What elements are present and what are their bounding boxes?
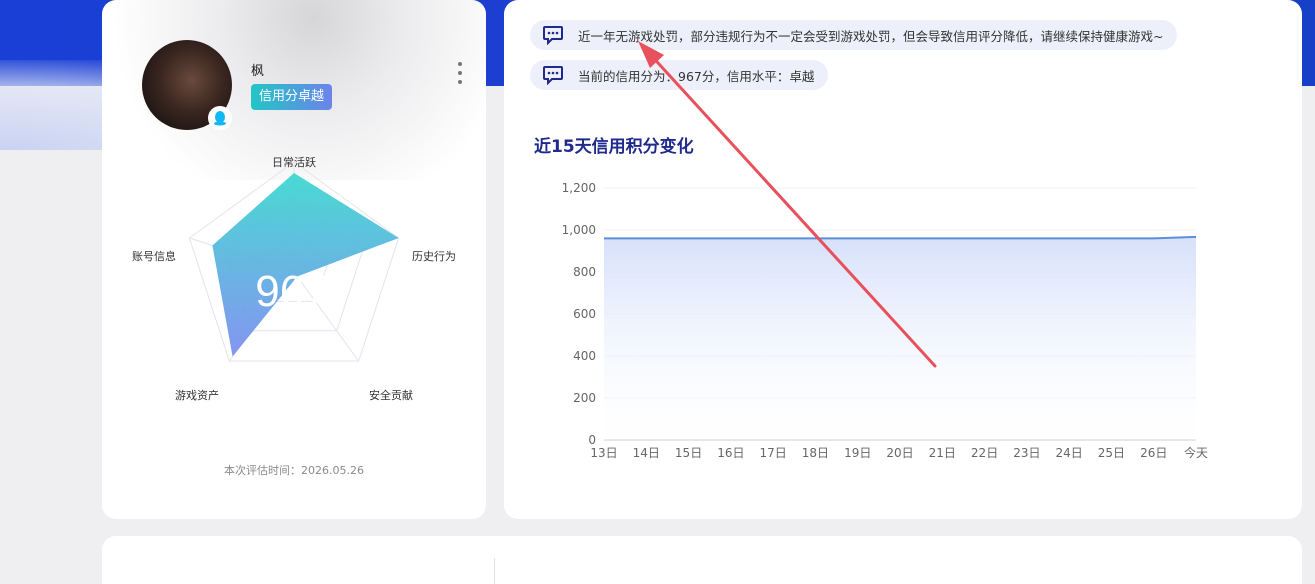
radar-axis-label-account: 账号信息	[132, 249, 176, 263]
x-tick-label: 13日	[590, 446, 617, 460]
y-tick-label: 400	[573, 349, 596, 363]
credit-level-badge: 信用分卓越	[251, 84, 333, 110]
qq-penguin-icon	[208, 106, 232, 130]
x-tick-label: 14日	[633, 446, 660, 460]
x-tick-label: 23日	[1013, 446, 1040, 460]
x-tick-label: 18日	[802, 446, 829, 460]
x-tick-label: 今天	[1184, 445, 1208, 460]
radar-axis-label-security: 安全贡献	[369, 388, 413, 402]
x-tick-label: 19日	[844, 446, 871, 460]
chart-y-axis: 0 200 400 600 800 1,000 1,200	[562, 181, 596, 447]
credit-radar-chart: 日常活跃 历史行为 安全贡献 游戏资产 账号信息 967	[132, 155, 456, 402]
radar-axis-label-assets: 游戏资产	[175, 388, 219, 402]
series-line	[604, 235, 1197, 240]
x-tick-label: 20日	[886, 446, 913, 460]
x-tick-label: 25日	[1098, 446, 1125, 460]
divider	[494, 558, 495, 584]
radar-axis-label-daily: 日常活跃	[272, 155, 316, 169]
y-tick-label: 600	[573, 307, 596, 321]
y-tick-label: 0	[588, 433, 596, 447]
credit-trend-card: 近一年无游戏处罚，部分违规行为不一定会受到游戏处罚，但会导致信用评分降低，请继续…	[504, 0, 1302, 519]
message-icon	[543, 26, 563, 45]
notice-penalty: 近一年无游戏处罚，部分违规行为不一定会受到游戏处罚，但会导致信用评分降低，请继续…	[530, 20, 1178, 50]
message-icon	[543, 66, 563, 85]
x-tick-label: 17日	[760, 446, 787, 460]
x-tick-label: 26日	[1140, 446, 1167, 460]
y-tick-label: 800	[573, 265, 596, 279]
x-tick-label: 15日	[675, 446, 702, 460]
x-tick-label: 16日	[717, 446, 744, 460]
y-tick-label: 200	[573, 391, 596, 405]
bottom-card	[102, 536, 1302, 584]
x-tick-label: 22日	[971, 446, 998, 460]
credit-profile-card: 枫 信用分卓越 日常活跃 历史行为 安全贡献 游戏资产 账号信息 967 本次评…	[102, 0, 486, 519]
chart-x-axis: 13日 14日 15日 16日 17日 18日 19日 20日 21日 22日 23日 24日 25日 2…	[590, 445, 1208, 460]
notice-current-score: 当前的信用分为：967分，信用水平：卓越	[530, 60, 829, 90]
credit-score-value: 967	[255, 267, 328, 316]
series-area	[604, 236, 1196, 440]
y-tick-label: 1,200	[562, 181, 596, 195]
x-tick-label: 24日	[1056, 446, 1083, 460]
credit-trend-chart: 02004006008001,0001,200 13日 14日 15日 16日 17日 1…	[562, 181, 1208, 460]
chart-title: 近15天信用积分变化	[534, 137, 694, 157]
radar-axis-label-history: 历史行为	[412, 250, 456, 263]
y-tick-label: 1,000	[562, 223, 596, 237]
notice-text: 近一年无游戏处罚，部分违规行为不一定会受到游戏处罚，但会导致信用评分降低，请继续…	[578, 28, 1164, 44]
notice-text: 当前的信用分为：967分，信用水平：卓越	[578, 68, 815, 84]
username: 枫	[251, 64, 265, 79]
more-options-button[interactable]	[452, 62, 468, 84]
evaluation-time: 本次评估时间：2026.05.26	[224, 464, 364, 477]
x-tick-label: 21日	[929, 446, 956, 460]
